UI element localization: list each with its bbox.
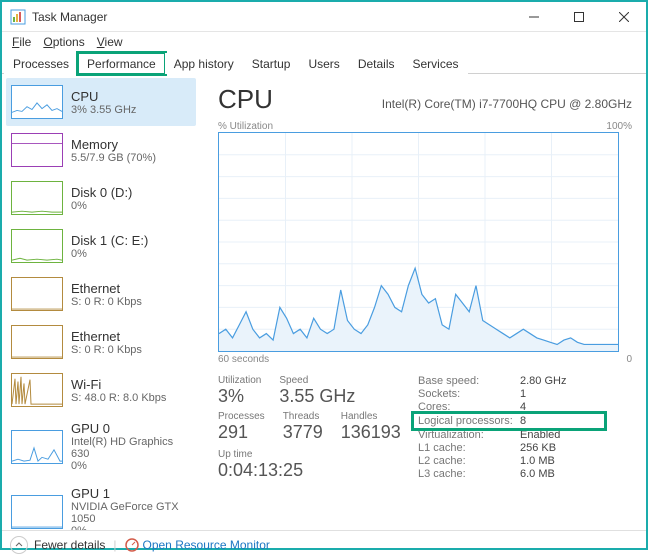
stat-value-speed: 3.55 GHz (279, 386, 355, 407)
menu-file[interactable]: File (6, 33, 37, 51)
tab-details[interactable]: Details (349, 53, 404, 74)
stat-value-utilization: 3% (218, 386, 261, 407)
tab-apphistory[interactable]: App history (165, 53, 243, 74)
chevron-up-icon[interactable] (10, 536, 28, 554)
uptime-label: Up time (218, 449, 418, 460)
sidebar-item-3[interactable]: Disk 1 (C: E:)0% (6, 222, 196, 270)
close-button[interactable] (601, 2, 646, 32)
info-l1-v: 256 KB (520, 442, 556, 454)
page-title: CPU (218, 84, 273, 115)
info-cores-v: 4 (520, 401, 526, 413)
tab-performance[interactable]: Performance (78, 53, 165, 74)
chart-foot-left: 60 seconds (218, 354, 269, 365)
chart-label-left: % Utilization (218, 121, 273, 132)
sidebar-item-2[interactable]: Disk 0 (D:)0% (6, 174, 196, 222)
resource-monitor-icon (125, 538, 139, 552)
info-sockets-v: 1 (520, 388, 526, 400)
sidebar-item-8[interactable]: GPU 1NVIDIA GeForce GTX 10500% (6, 479, 196, 530)
app-icon (10, 9, 26, 25)
sidebar: CPU3% 3.55 GHzMemory5.5/7.9 GB (70%)Disk… (2, 74, 202, 530)
uptime-value: 0:04:13:25 (218, 460, 418, 481)
tab-users[interactable]: Users (299, 53, 348, 74)
tab-startup[interactable]: Startup (243, 53, 300, 74)
info-logical-v: 8 (520, 415, 526, 427)
menubar: File Options View (2, 32, 646, 52)
stat-value-processes: 291 (218, 422, 265, 443)
tabs: Processes Performance App history Startu… (2, 52, 646, 74)
info-sockets-k: Sockets: (418, 388, 520, 400)
tab-processes[interactable]: Processes (4, 53, 78, 74)
cpu-chart (218, 132, 619, 352)
minimize-button[interactable] (511, 2, 556, 32)
chart-label-right: 100% (606, 121, 632, 132)
menu-options[interactable]: Options (37, 33, 90, 51)
sidebar-item-5[interactable]: EthernetS: 0 R: 0 Kbps (6, 318, 196, 366)
info-virt-k: Virtualization: (418, 429, 520, 441)
menu-view[interactable]: View (91, 33, 129, 51)
fewer-details-link[interactable]: Fewer details (34, 538, 105, 552)
info-l2-v: 1.0 MB (520, 455, 555, 467)
stat-value-handles: 136193 (341, 422, 401, 443)
info-virt-v: Enabled (520, 429, 560, 441)
stat-label-processes: Processes (218, 411, 265, 422)
tab-services[interactable]: Services (404, 53, 468, 74)
info-l2-k: L2 cache: (418, 455, 520, 467)
info-l1-k: L1 cache: (418, 442, 520, 454)
info-l3-v: 6.0 MB (520, 468, 555, 480)
open-resource-monitor-link[interactable]: Open Resource Monitor (143, 538, 270, 552)
info-logical-k: Logical processors: (418, 415, 520, 427)
chart-foot-right: 0 (626, 354, 632, 365)
maximize-button[interactable] (556, 2, 601, 32)
info-cores-k: Cores: (418, 401, 520, 413)
cpu-model: Intel(R) Core(TM) i7-7700HQ CPU @ 2.80GH… (382, 97, 632, 111)
titlebar: Task Manager (2, 2, 646, 32)
main-panel: CPU Intel(R) Core(TM) i7-7700HQ CPU @ 2.… (202, 74, 646, 530)
sidebar-item-6[interactable]: Wi-FiS: 48.0 R: 8.0 Kbps (6, 366, 196, 414)
info-l3-k: L3 cache: (418, 468, 520, 480)
stat-label-utilization: Utilization (218, 375, 261, 386)
sidebar-item-4[interactable]: EthernetS: 0 R: 0 Kbps (6, 270, 196, 318)
sidebar-item-0[interactable]: CPU3% 3.55 GHz (6, 78, 196, 126)
stat-label-speed: Speed (279, 375, 355, 386)
window-title: Task Manager (32, 10, 511, 24)
bottombar: Fewer details | Open Resource Monitor (2, 530, 646, 558)
stat-value-threads: 3779 (283, 422, 323, 443)
info-basespeed-k: Base speed: (418, 375, 520, 387)
stat-label-handles: Handles (341, 411, 401, 422)
sidebar-item-1[interactable]: Memory5.5/7.9 GB (70%) (6, 126, 196, 174)
info-basespeed-v: 2.80 GHz (520, 375, 566, 387)
sidebar-item-7[interactable]: GPU 0Intel(R) HD Graphics 6300% (6, 414, 196, 479)
stat-label-threads: Threads (283, 411, 323, 422)
